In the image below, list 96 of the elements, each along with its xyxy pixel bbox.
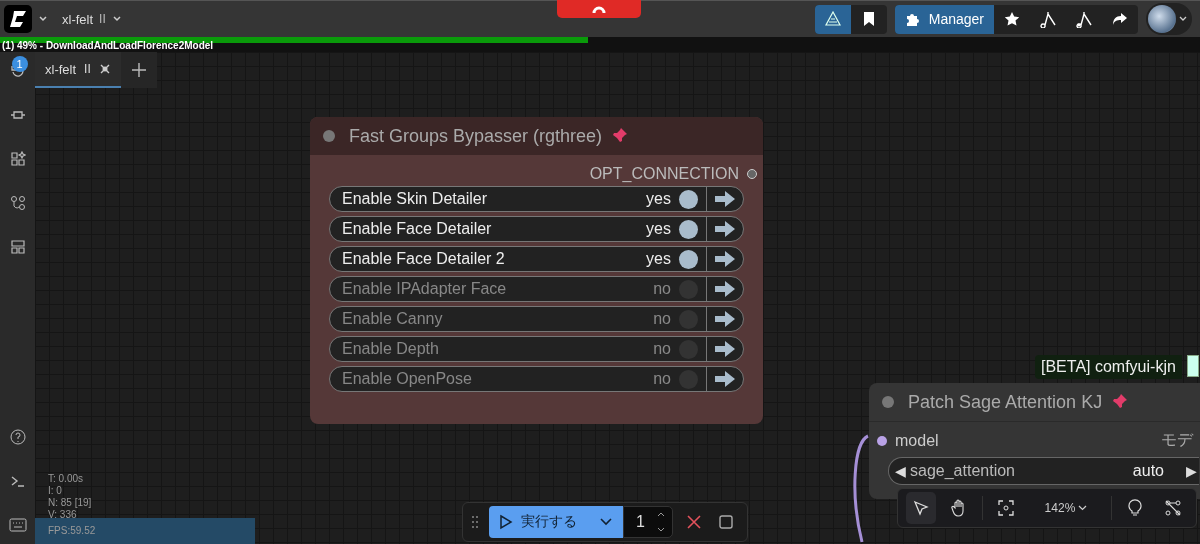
group-toggle[interactable]: Enable Face Detailer yes: [329, 216, 744, 242]
arrow-icon: [714, 251, 736, 267]
toggle-state: no: [653, 310, 671, 328]
links-off-icon: [1164, 499, 1183, 517]
arrow-icon: [714, 281, 736, 297]
layout-icon: [9, 239, 26, 255]
share-icon: [1112, 12, 1128, 26]
arrow-icon: [714, 311, 736, 327]
lightbulb-icon: [1128, 499, 1143, 517]
toggle-tab-button[interactable]: [557, 0, 641, 18]
avatar: [1148, 5, 1176, 33]
group-bypasser-node[interactable]: Fast Groups Bypasser (rgthree) OPT_CONNECTION Enable Skin Detailer yes Enable Face Detailer yes Enable Face Detailer 2 yes Enable IPAdapter Face no Enable Canny no Enable Depth no Enable OpenPose no: [310, 117, 763, 424]
group-toggle[interactable]: Enable Canny no: [329, 306, 744, 332]
sage-attention-node[interactable]: Patch Sage Attention KJ model モデ ◀ sage_attention auto ▶: [869, 383, 1200, 499]
chevron-icon: [1078, 504, 1088, 512]
toggle-state: no: [653, 370, 671, 388]
arc-icon: [592, 4, 606, 14]
arrow-icon: [714, 371, 736, 387]
pin-icon: [1110, 393, 1129, 411]
pin-icon: [610, 127, 629, 145]
keyboard-icon: [8, 518, 27, 532]
toggle-state: no: [653, 280, 671, 298]
output-socket[interactable]: [747, 169, 757, 179]
toggle-state: yes: [646, 190, 671, 208]
toggle-state: no: [653, 340, 671, 358]
group-toggle[interactable]: Enable OpenPose no: [329, 366, 744, 392]
queue-count-badge: 1: [11, 56, 28, 72]
batch-count-field[interactable]: 1: [623, 506, 673, 538]
focus-icon: [997, 500, 1014, 516]
workflow-marker: II: [99, 12, 106, 26]
toggle-label: Enable Face Detailer 2: [342, 250, 506, 268]
vacuum-icon: [1075, 10, 1093, 28]
input-label: model: [895, 431, 939, 450]
input-socket[interactable]: [877, 435, 887, 446]
combo-widget[interactable]: ◀ sage_attention auto ▶: [888, 457, 1199, 485]
plus-icon: [130, 62, 147, 78]
toggle-label: Enable Skin Detailer: [342, 190, 488, 208]
arrow-icon: [714, 191, 736, 207]
vacuum-icon: [1039, 10, 1057, 28]
blocks-icon: [9, 151, 26, 167]
hand-icon: [950, 499, 967, 517]
toggle-knob[interactable]: [679, 219, 698, 239]
drag-handle-icon[interactable]: [471, 515, 479, 529]
select-tool-button[interactable]: [906, 492, 936, 524]
toggle-state: yes: [646, 250, 671, 268]
toggle-state: yes: [646, 220, 671, 238]
toggle-label: Enable OpenPose: [342, 370, 473, 388]
toggle-label: Enable Face Detailer: [342, 220, 493, 238]
chevron-icon[interactable]: [599, 517, 613, 527]
chevron-icon[interactable]: [38, 14, 48, 24]
toggle-label: Enable IPAdapter Face: [342, 280, 508, 298]
collapse-dot-icon[interactable]: [882, 396, 894, 408]
toggle-knob[interactable]: [679, 249, 698, 269]
graph-canvas[interactable]: [35, 52, 1200, 544]
puzzle-icon: [904, 11, 921, 27]
star-icon: [1004, 11, 1020, 27]
stat-text: T: 0.00s: [48, 473, 85, 485]
toggle-label: Enable Depth: [342, 340, 440, 358]
beta-tag: [BETA] comfyui-kjn: [1035, 355, 1182, 379]
arrow-icon: [714, 221, 736, 237]
logo-button[interactable]: [4, 5, 32, 33]
workflow-title[interactable]: xl-felt: [62, 11, 94, 27]
toggle-label: Enable Canny: [342, 310, 444, 328]
collapse-dot-icon[interactable]: [323, 130, 335, 142]
stat-text: N: 85 [19]: [48, 497, 92, 509]
workflow-icon: [9, 195, 26, 211]
output-label: OPT_CONNECTION: [589, 165, 739, 183]
group-toggle[interactable]: Enable Depth no: [329, 336, 744, 362]
triangle-icon: [823, 10, 842, 28]
chevron-icon[interactable]: [111, 14, 122, 24]
group-toggle[interactable]: Enable Skin Detailer yes: [329, 186, 744, 212]
stat-text: V: 336: [48, 509, 78, 521]
square-icon: [719, 515, 733, 529]
tab-marker: II: [84, 62, 91, 76]
logo-icon: [8, 9, 28, 29]
stat-text: I: 0: [48, 485, 63, 497]
triangle-logo-button[interactable]: [814, 4, 851, 34]
help-icon: [9, 429, 26, 445]
progress-text: (1) 49% - DownloadAndLoadFlorence2Model: [2, 40, 214, 51]
fps-text: FPS:59.52: [48, 525, 96, 536]
play-icon: [499, 514, 513, 530]
run-button[interactable]: 実行する: [489, 506, 623, 538]
toggle-knob[interactable]: [679, 189, 698, 209]
add-tab-button[interactable]: [120, 52, 157, 88]
manager-button[interactable]: Manager: [894, 4, 994, 34]
node-title: Fast Groups Bypasser (rgthree): [349, 125, 603, 147]
pointer-icon: [912, 500, 929, 516]
group-toggle[interactable]: Enable IPAdapter Face no: [329, 276, 744, 302]
arrow-icon: [714, 341, 736, 357]
group-toggle[interactable]: Enable Face Detailer 2 yes: [329, 246, 744, 272]
zoom-dropdown[interactable]: 142%: [1028, 501, 1104, 515]
output-label: モデ: [1161, 430, 1193, 450]
workflow-tab[interactable]: xl-felt II: [35, 52, 121, 88]
node-title: Patch Sage Attention KJ: [908, 391, 1103, 413]
bookmark-icon: [862, 12, 875, 26]
user-menu-button[interactable]: [1146, 3, 1192, 35]
